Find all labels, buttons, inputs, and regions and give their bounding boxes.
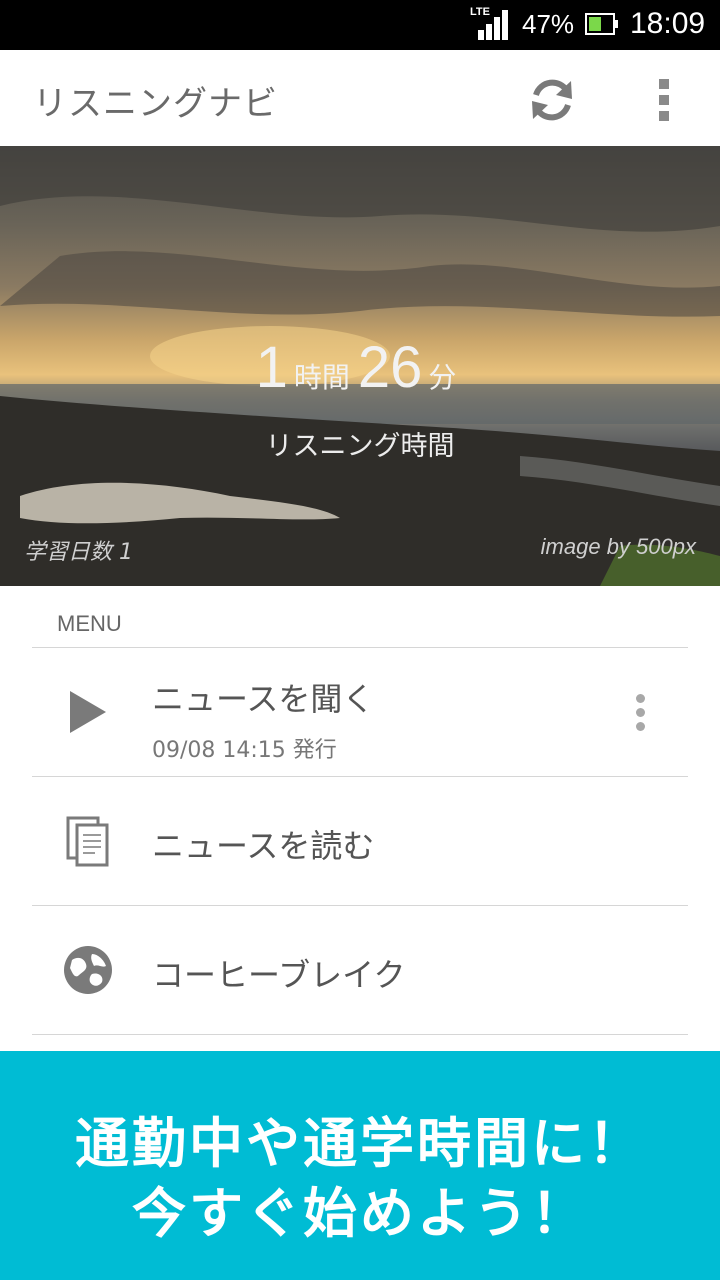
battery-icon [585,13,618,35]
minutes-unit: 分 [428,361,457,394]
play-icon [58,682,118,742]
divider [32,1034,688,1035]
promo-line-1: 通勤中や通学時間に！ [75,1112,645,1175]
study-days: 学習日数 1 [24,540,133,565]
more-dot [635,707,645,717]
overflow-dot [659,111,669,121]
image-credit: image by 500px [540,534,696,559]
promo-banner[interactable]: 通勤中や通学時間に！ 今すぐ始めよう！ [0,1051,720,1280]
signal-icon [478,10,508,40]
more-vert-button[interactable] [622,692,658,732]
menu-item-label: ニュースを読む [152,827,375,865]
menu-item-read-news[interactable]: ニュースを読む [32,777,688,905]
battery-percent: 47% [522,9,575,39]
overflow-menu-button[interactable] [640,72,688,128]
promo-line-2: 今すぐ始めよう！ [132,1182,588,1245]
minutes-value: 26 [357,335,423,400]
menu-item-label: ニュースを聞く [152,680,375,718]
hours-value: 1 [255,335,288,400]
listening-time-caption: リスニング時間 [265,431,455,462]
app-bar: リスニングナビ [0,50,720,146]
clock: 18:09 [630,7,706,40]
menu-item-listen-news[interactable]: ニュースを聞く 09/08 14:15 発行 [32,648,688,776]
menu-item-label: コーヒーブレイク [152,956,406,994]
hours-unit: 時間 [293,361,350,394]
refresh-button[interactable] [524,72,580,128]
status-bar: LTE 47% 18:09 [0,0,720,50]
menu-header: MENU [57,611,122,636]
documents-icon [58,811,118,871]
app-title: リスニングナビ [33,84,278,124]
more-dot [635,721,645,731]
overflow-dot [659,95,669,105]
globe-icon [58,940,118,1000]
refresh-icon [532,79,572,121]
more-dot [635,693,645,703]
menu-item-coffee-break[interactable]: コーヒーブレイク [32,906,688,1034]
overflow-dot [659,79,669,89]
listening-time: 1 時間 26 分 [0,334,720,401]
menu-item-subtitle: 09/08 14:15 発行 [152,738,337,763]
hero-banner: 1 時間 26 分 リスニング時間 学習日数 1 image by 500px [0,146,720,586]
